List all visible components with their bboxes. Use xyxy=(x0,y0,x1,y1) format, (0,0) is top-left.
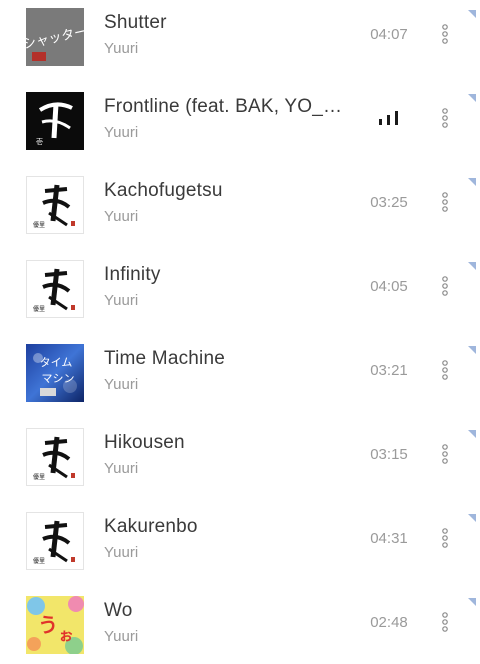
more-options-icon[interactable] xyxy=(434,190,456,214)
corner-mark-icon xyxy=(468,178,476,186)
track-row[interactable]: タイム マシン Time Machine Yuuri 03:21 xyxy=(0,336,480,420)
svg-text:優里: 優里 xyxy=(33,473,45,481)
track-title: Kachofugetsu xyxy=(104,180,223,201)
time-machine-cover-art: タイム マシン xyxy=(26,344,84,402)
track-title: Shutter xyxy=(104,12,167,33)
corner-mark-icon xyxy=(468,346,476,354)
track-row[interactable]: 優里 Hikousen Yuuri 03:15 xyxy=(0,420,480,504)
more-options-icon[interactable] xyxy=(434,358,456,382)
now-playing-bars-icon xyxy=(378,111,400,125)
svg-text:タイム: タイム xyxy=(40,356,73,369)
track-row[interactable]: 優里 Kachofugetsu Yuuri 03:25 xyxy=(0,168,480,252)
corner-mark-icon xyxy=(468,514,476,522)
track-row[interactable]: 優里 Kakurenbo Yuuri 04:31 xyxy=(0,504,480,588)
track-artist: Yuuri xyxy=(104,460,139,477)
corner-mark-icon xyxy=(468,10,476,18)
track-artist: Yuuri xyxy=(104,292,139,309)
shutter-cover-art: シャッター xyxy=(26,8,84,66)
track-title: Infinity xyxy=(104,264,161,285)
track-row[interactable]: 壱 Frontline (feat. BAK, YO_… Yuuri xyxy=(0,84,480,168)
track-row[interactable]: シャッター Shutter Yuuri 04:07 xyxy=(0,0,480,84)
album-calligraphy-cover-art: 優里 xyxy=(26,176,84,234)
track-row[interactable]: う ぉ Wo Yuuri 02:48 xyxy=(0,588,480,664)
svg-text:ぉ: ぉ xyxy=(58,626,73,644)
svg-text:優里: 優里 xyxy=(33,221,45,229)
track-artist: Yuuri xyxy=(104,628,139,645)
more-options-icon[interactable] xyxy=(434,442,456,466)
svg-text:優里: 優里 xyxy=(33,557,45,565)
track-artist: Yuuri xyxy=(104,544,139,561)
track-title: Frontline (feat. BAK, YO_… xyxy=(104,96,343,117)
album-calligraphy-cover-art: 優里 xyxy=(26,512,84,570)
more-options-icon[interactable] xyxy=(434,106,456,130)
corner-mark-icon xyxy=(468,262,476,270)
svg-text:壱: 壱 xyxy=(36,137,43,146)
track-duration: 03:15 xyxy=(370,446,408,463)
more-options-icon[interactable] xyxy=(434,274,456,298)
track-duration: 04:31 xyxy=(370,530,408,547)
corner-mark-icon xyxy=(468,94,476,102)
track-row[interactable]: 優里 Infinity Yuuri 04:05 xyxy=(0,252,480,336)
album-calligraphy-cover-art: 優里 xyxy=(26,260,84,318)
more-options-icon[interactable] xyxy=(434,526,456,550)
track-title: Kakurenbo xyxy=(104,516,198,537)
track-artist: Yuuri xyxy=(104,124,139,141)
svg-text:う: う xyxy=(38,613,58,637)
track-title: Wo xyxy=(104,600,133,621)
corner-mark-icon xyxy=(468,430,476,438)
track-duration: 04:05 xyxy=(370,278,408,295)
track-list: シャッター Shutter Yuuri 04:07 壱 Frontline (f… xyxy=(0,0,480,664)
more-options-icon[interactable] xyxy=(434,22,456,46)
track-artist: Yuuri xyxy=(104,40,139,57)
corner-mark-icon xyxy=(468,598,476,606)
frontline-cover-art: 壱 xyxy=(26,92,84,150)
track-artist: Yuuri xyxy=(104,376,139,393)
track-duration: 02:48 xyxy=(370,614,408,631)
track-artist: Yuuri xyxy=(104,208,139,225)
track-duration: 04:07 xyxy=(370,26,408,43)
track-title: Hikousen xyxy=(104,432,185,453)
track-title: Time Machine xyxy=(104,348,226,369)
svg-text:マシン: マシン xyxy=(42,372,75,385)
track-duration: 03:25 xyxy=(370,194,408,211)
track-duration: 03:21 xyxy=(370,362,408,379)
album-calligraphy-cover-art: 優里 xyxy=(26,428,84,486)
wo-cover-art: う ぉ xyxy=(26,596,84,654)
more-options-icon[interactable] xyxy=(434,610,456,634)
svg-text:優里: 優里 xyxy=(33,305,45,313)
